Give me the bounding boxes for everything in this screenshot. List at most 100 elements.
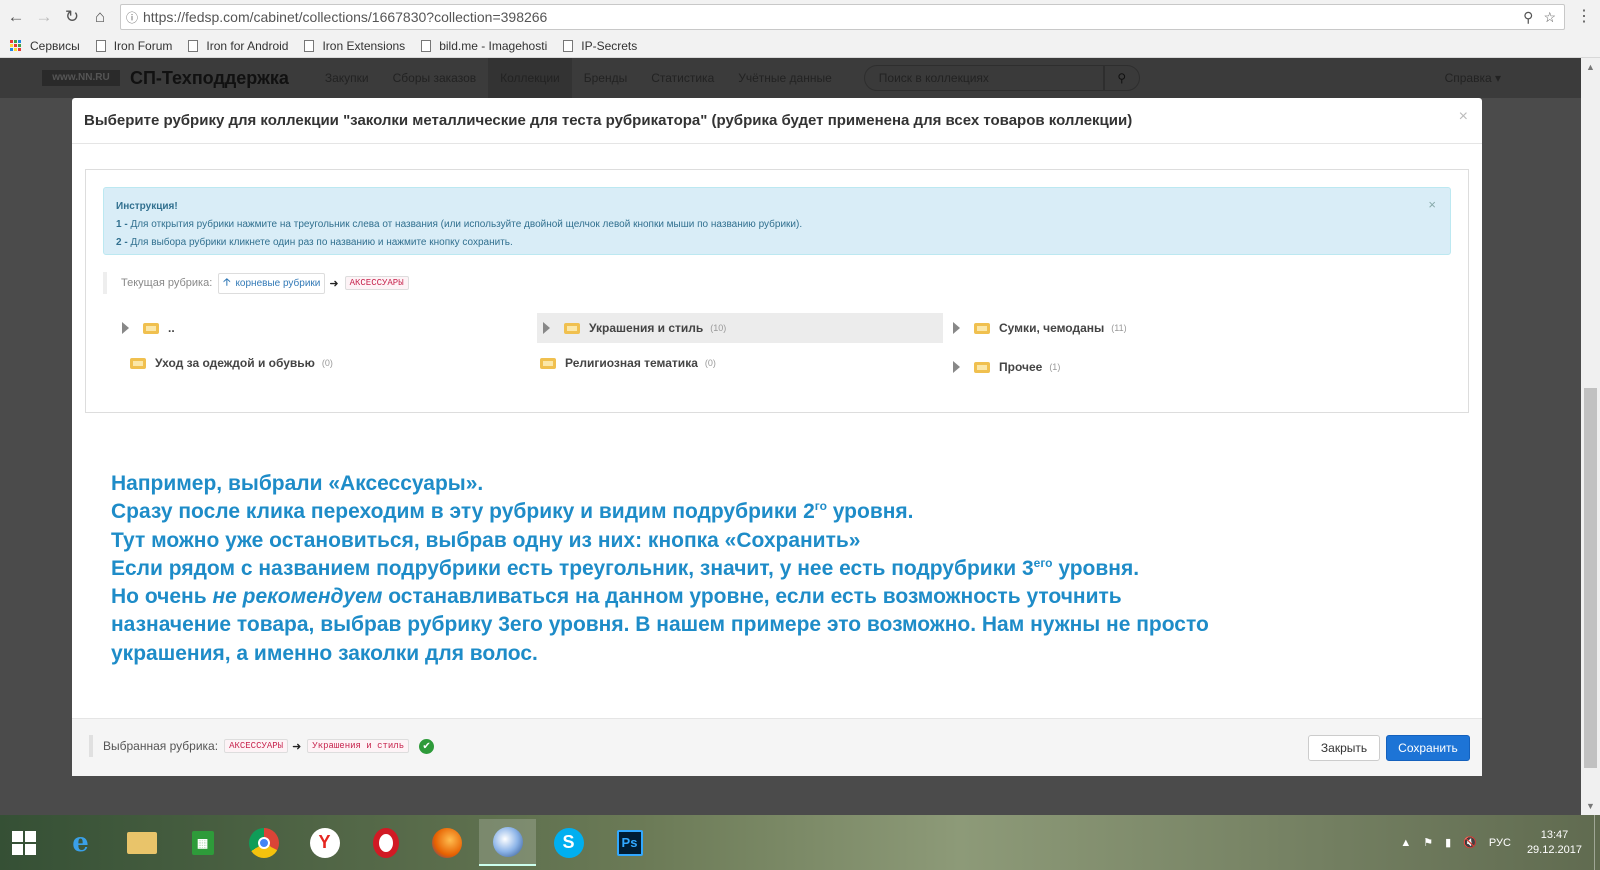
save-button[interactable]: Сохранить xyxy=(1386,735,1470,761)
category-name[interactable]: Украшения и стиль xyxy=(589,321,703,335)
page-icon xyxy=(304,39,315,52)
taskbar-app[interactable] xyxy=(235,819,292,866)
home-icon[interactable]: ⌂ xyxy=(88,5,112,29)
bookmark-label: Iron for Android xyxy=(206,38,289,53)
yandex-browser-icon: Y xyxy=(309,827,340,858)
windows-start-icon[interactable] xyxy=(0,815,48,870)
root-categories-link[interactable]: 🡡 корневые рубрики xyxy=(218,272,326,294)
category-name[interactable]: .. xyxy=(168,321,175,335)
category-item[interactable]: Уход за одеждой и обувью (0) xyxy=(130,348,530,378)
category-item[interactable]: .. xyxy=(116,313,516,343)
arrow-right-icon: ➜ xyxy=(292,740,302,753)
category-count: (10) xyxy=(710,323,727,333)
note-line: Тут можно уже остановиться, выбрав одну … xyxy=(111,528,861,552)
category-modal: Выберите рубрику для коллекции "заколки … xyxy=(72,98,1482,776)
search-icon[interactable]: ⚲ xyxy=(1103,65,1140,91)
site-menu-item[interactable]: Статистика xyxy=(639,58,726,98)
modal-title: Выберите рубрику для коллекции "заколки … xyxy=(84,112,1133,129)
category-count: (0) xyxy=(704,358,716,368)
taskbar-app[interactable]: Ps xyxy=(601,819,658,866)
chevron-up-icon[interactable]: ▲ xyxy=(1400,837,1411,849)
bookmark-star-icon[interactable]: ☆ xyxy=(1543,9,1556,26)
bookmark-item[interactable]: bild.me - Imagehosti xyxy=(421,39,547,53)
page-icon xyxy=(563,39,574,52)
category-count: (0) xyxy=(321,358,333,368)
taskbar-app[interactable]: ▦ xyxy=(174,819,231,866)
note-line: Сразу после клика переходим в эту рубрик… xyxy=(111,499,914,524)
site-menu-item[interactable]: Закупки xyxy=(313,58,381,98)
category-name[interactable]: Прочее xyxy=(999,360,1042,374)
category-panel: Инструкция! 1 - Для открытия рубрики наж… xyxy=(85,169,1469,413)
network-icon[interactable]: ▮ xyxy=(1445,836,1451,849)
site-navbar: www.NN.RU СП-Техподдержка Закупки Сборы … xyxy=(0,58,1581,98)
info-icon[interactable]: ⓘ xyxy=(121,9,143,26)
taskbar-app[interactable]: S xyxy=(540,819,597,866)
category-item[interactable]: Прочее (1) xyxy=(947,352,1347,382)
address-bar[interactable]: ⓘ https://fedsp.com/cabinet/collections/… xyxy=(120,4,1565,30)
arrow-right-icon: ➜ xyxy=(329,277,339,290)
bookmark-item[interactable]: Iron Extensions xyxy=(304,39,405,53)
url-text[interactable]: https://fedsp.com/cabinet/collections/16… xyxy=(143,9,1523,25)
reload-icon[interactable]: ↻ xyxy=(60,5,84,29)
folder-icon xyxy=(564,322,580,334)
taskbar-app[interactable] xyxy=(418,819,475,866)
annotation-text: Например, выбрали «Аксессуары». Сразу по… xyxy=(111,470,1431,668)
scroll-down-icon[interactable]: ▼ xyxy=(1581,801,1600,811)
category-name[interactable]: Уход за одеждой и обувью xyxy=(155,356,315,370)
bookmark-label: Iron Extensions xyxy=(322,38,406,53)
scroll-thumb[interactable] xyxy=(1584,388,1597,768)
category-name[interactable]: Религиозная тематика xyxy=(565,356,698,370)
selected-path-tag: АКСЕССУАРЫ xyxy=(224,739,289,753)
bookmark-item[interactable]: IP-Secrets xyxy=(563,39,637,53)
site-search-input[interactable]: Поиск в коллекциях xyxy=(863,65,1104,91)
help-menu[interactable]: Справка ▾ xyxy=(1445,71,1501,85)
scroll-up-icon[interactable]: ▲ xyxy=(1581,62,1600,72)
note-line: Но очень не рекомендуем останавливаться … xyxy=(111,585,1122,609)
back-icon[interactable]: ← xyxy=(4,5,28,29)
category-item[interactable]: Сумки, чемоданы (11) xyxy=(947,313,1347,343)
close-icon[interactable]: × xyxy=(1459,108,1468,126)
selected-path-tag: Украшения и стиль xyxy=(307,739,410,753)
alert-close-icon[interactable]: × xyxy=(1428,196,1436,214)
close-button[interactable]: Закрыть xyxy=(1308,735,1380,761)
expand-triangle-icon[interactable] xyxy=(543,322,550,334)
flag-icon[interactable]: ⚑ xyxy=(1423,836,1433,849)
folder-icon xyxy=(143,322,159,334)
site-menu-item[interactable]: Сборы заказов xyxy=(381,58,489,98)
folder-icon xyxy=(130,357,146,369)
folder-icon xyxy=(974,361,990,373)
chrome-icon xyxy=(248,827,279,858)
store-icon: ▦ xyxy=(191,830,214,855)
expand-triangle-icon[interactable] xyxy=(122,322,129,334)
taskbar-app[interactable] xyxy=(113,819,170,866)
site-menu-item[interactable]: Учётные данные xyxy=(726,58,844,98)
site-menu-item[interactable]: Бренды xyxy=(572,58,639,98)
show-desktop-button[interactable] xyxy=(1594,815,1600,870)
menu-icon[interactable]: ⋮ xyxy=(1576,6,1592,26)
taskbar-app-active[interactable] xyxy=(479,819,536,866)
taskbar-app[interactable] xyxy=(357,819,414,866)
site-menu-item[interactable]: Коллекции xyxy=(488,58,572,98)
language-indicator[interactable]: РУС xyxy=(1489,837,1511,849)
category-name[interactable]: Сумки, чемоданы xyxy=(999,321,1104,335)
taskbar-app[interactable]: e xyxy=(52,819,109,866)
alert-title: Инструкция! xyxy=(116,201,178,212)
bookmark-item[interactable]: Iron for Android xyxy=(188,39,288,53)
expand-triangle-icon[interactable] xyxy=(953,322,960,334)
forward-icon[interactable]: → xyxy=(32,5,56,29)
bookmark-apps[interactable]: Сервисы xyxy=(10,39,80,53)
page-icon xyxy=(421,39,432,52)
clock[interactable]: 13:47 29.12.2017 xyxy=(1527,828,1582,858)
bookmark-label: Iron Forum xyxy=(113,38,173,53)
category-item[interactable]: Религиозная тематика (0) xyxy=(540,348,940,378)
zoom-icon[interactable]: ⚲ xyxy=(1523,9,1533,26)
expand-triangle-icon[interactable] xyxy=(953,361,960,373)
bookmark-item[interactable]: Iron Forum xyxy=(95,38,173,53)
taskbar-app[interactable]: Y xyxy=(296,819,353,866)
page-scrollbar[interactable]: ▲ ▼ xyxy=(1581,58,1600,815)
volume-muted-icon[interactable]: 🔇 xyxy=(1463,836,1477,849)
current-category-tag[interactable]: АКСЕССУАРЫ xyxy=(344,276,409,290)
selected-category-label: Выбранная рубрика: xyxy=(103,739,219,753)
category-item-selected[interactable]: Украшения и стиль (10) xyxy=(537,313,943,343)
modal-header: Выберите рубрику для коллекции "заколки … xyxy=(72,98,1482,144)
